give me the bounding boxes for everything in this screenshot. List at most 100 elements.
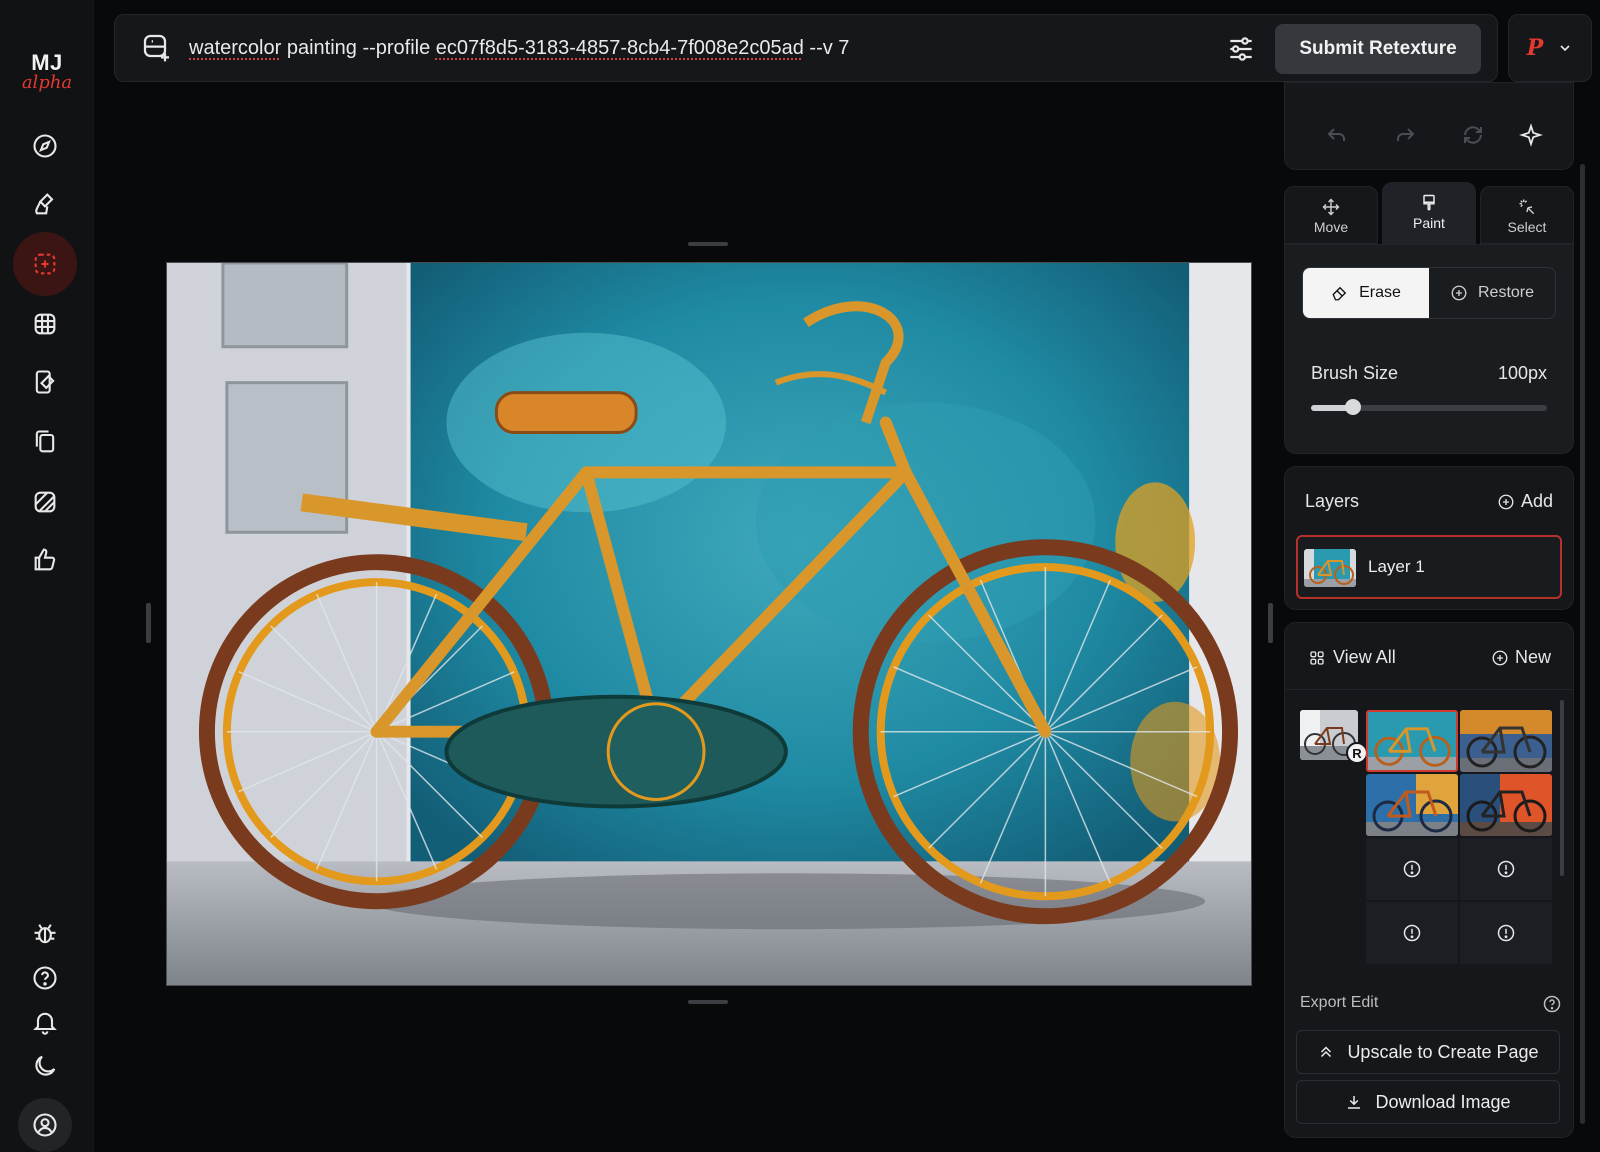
eraser-icon (1332, 286, 1347, 301)
layers-panel: Layers Add Layer 1 (1284, 466, 1574, 610)
account-icon (33, 1113, 57, 1137)
like-button[interactable] (13, 528, 77, 592)
pending-slot (1366, 838, 1458, 900)
alert-circle-icon (1403, 860, 1421, 878)
bug-icon (34, 924, 56, 944)
bug-button[interactable] (13, 912, 77, 956)
profile-menu-button[interactable]: P (1508, 14, 1592, 82)
undo-icon[interactable] (1325, 123, 1349, 147)
restore-label: Restore (1477, 284, 1535, 301)
prompt-bar[interactable]: watercolor painting --profile ec07f8d5-3… (114, 14, 1498, 82)
brush-icon (35, 193, 54, 215)
gallery-thumbnail[interactable] (1460, 774, 1552, 836)
panel-scrollbar[interactable] (1580, 164, 1585, 1124)
view-all-label: View All (1333, 647, 1396, 667)
copy-icon (35, 430, 55, 453)
alert-circle-icon (1497, 924, 1515, 942)
tab-move[interactable]: Move (1284, 186, 1378, 244)
account-button[interactable] (18, 1098, 72, 1152)
alert-circle-icon (1403, 924, 1421, 942)
dark-mode-button[interactable] (13, 1044, 77, 1088)
moon-icon (35, 1055, 56, 1076)
prompt-input[interactable]: watercolor painting --profile ec07f8d5-3… (189, 37, 849, 60)
erase-label: Erase (1359, 284, 1401, 301)
paint-panel: Erase Restore Brush Size 100px (1284, 244, 1574, 454)
grid-icon (34, 313, 56, 335)
notifications-button[interactable] (13, 1000, 77, 1044)
resize-handle-top[interactable] (688, 242, 728, 246)
create-button[interactable] (13, 172, 77, 236)
redo-icon[interactable] (1393, 123, 1417, 147)
help-icon[interactable] (1542, 994, 1562, 1014)
compass-icon (33, 134, 57, 158)
export-edit-label: Export Edit (1300, 994, 1379, 1011)
layers-title: Layers (1305, 491, 1360, 511)
reset-icon[interactable] (1461, 123, 1485, 147)
prompt-middle: painting --profile (281, 37, 436, 59)
alert-circle-icon (1497, 860, 1515, 878)
edit-button[interactable] (13, 232, 77, 296)
gallery-thumbnail[interactable] (1460, 710, 1552, 772)
organize-button[interactable] (13, 292, 77, 356)
bell-icon (33, 1012, 57, 1035)
new-button[interactable]: New (1491, 647, 1551, 668)
rate-button[interactable] (13, 470, 77, 534)
pending-slot (1366, 902, 1458, 964)
erase-restore-toggle: Erase Restore (1302, 267, 1556, 319)
download-icon (1348, 1096, 1361, 1109)
divider (1285, 689, 1573, 690)
add-label: Add (1520, 491, 1553, 511)
gallery-thumbnail[interactable] (1366, 774, 1458, 836)
pending-slot (1460, 838, 1552, 900)
help-icon (33, 966, 57, 990)
help-button[interactable] (13, 956, 77, 1000)
resize-handle-left[interactable] (146, 603, 151, 643)
move-icon (1322, 198, 1340, 216)
mj-logo[interactable]: MJ alpha (14, 52, 80, 92)
brush-size-slider[interactable] (1311, 399, 1547, 415)
tab-select[interactable]: Select (1480, 186, 1574, 244)
tab-paint[interactable]: Paint (1382, 182, 1476, 244)
canvas-image[interactable] (166, 262, 1252, 986)
brush-size-label: Brush Size (1311, 363, 1399, 383)
paint-brush-icon (1423, 194, 1435, 211)
tab-select-label: Select (1507, 219, 1547, 235)
prompt-word-watercolor: watercolor (189, 37, 282, 59)
moodboards-button[interactable] (13, 410, 77, 474)
sparkle-icon[interactable] (1519, 123, 1543, 147)
logo-mj: MJ (31, 50, 63, 75)
double-chevron-up-icon (1321, 1046, 1332, 1058)
gallery-thumbnail-selected[interactable] (1366, 710, 1458, 772)
personalize-button[interactable] (13, 350, 77, 414)
resize-handle-bottom[interactable] (688, 1000, 728, 1004)
explore-button[interactable] (13, 114, 77, 178)
prompt-profile-id: ec07f8d5-3183-4857-8cb4-7f008e2c05ad (435, 37, 804, 59)
resize-handle-right[interactable] (1268, 603, 1273, 643)
profile-letter: P (1526, 35, 1544, 61)
hatched-square-icon (34, 491, 56, 513)
upscale-button[interactable]: Upscale to Create Page (1296, 1030, 1560, 1074)
brush-size-value: 100px (1497, 363, 1547, 383)
add-layer-button[interactable]: Add (1497, 491, 1553, 512)
erase-button[interactable]: Erase (1303, 268, 1429, 318)
select-wand-icon (1519, 199, 1535, 215)
restore-button[interactable]: Restore (1429, 268, 1555, 318)
slider-knob[interactable] (1345, 399, 1361, 415)
thumbs-up-icon (34, 548, 56, 571)
view-all-button[interactable]: View All (1309, 647, 1396, 668)
image-prompt-icon[interactable] (141, 32, 173, 64)
history-panel (1284, 82, 1574, 170)
bicycle-watercolor-image (167, 263, 1251, 985)
gallery-scrollbar[interactable] (1560, 700, 1564, 876)
layer-thumbnail (1304, 549, 1356, 587)
logo-alpha: alpha (21, 72, 73, 93)
new-label: New (1514, 647, 1551, 667)
chevron-down-icon (1560, 45, 1570, 52)
submit-retexture-button[interactable]: Submit Retexture (1275, 24, 1481, 74)
plus-circle-icon (1451, 285, 1467, 301)
reference-badge: R (1346, 742, 1368, 764)
tab-move-label: Move (1313, 219, 1349, 235)
layer-item[interactable]: Layer 1 (1296, 535, 1562, 599)
download-button[interactable]: Download Image (1296, 1080, 1560, 1124)
settings-sliders-icon[interactable] (1225, 33, 1257, 65)
